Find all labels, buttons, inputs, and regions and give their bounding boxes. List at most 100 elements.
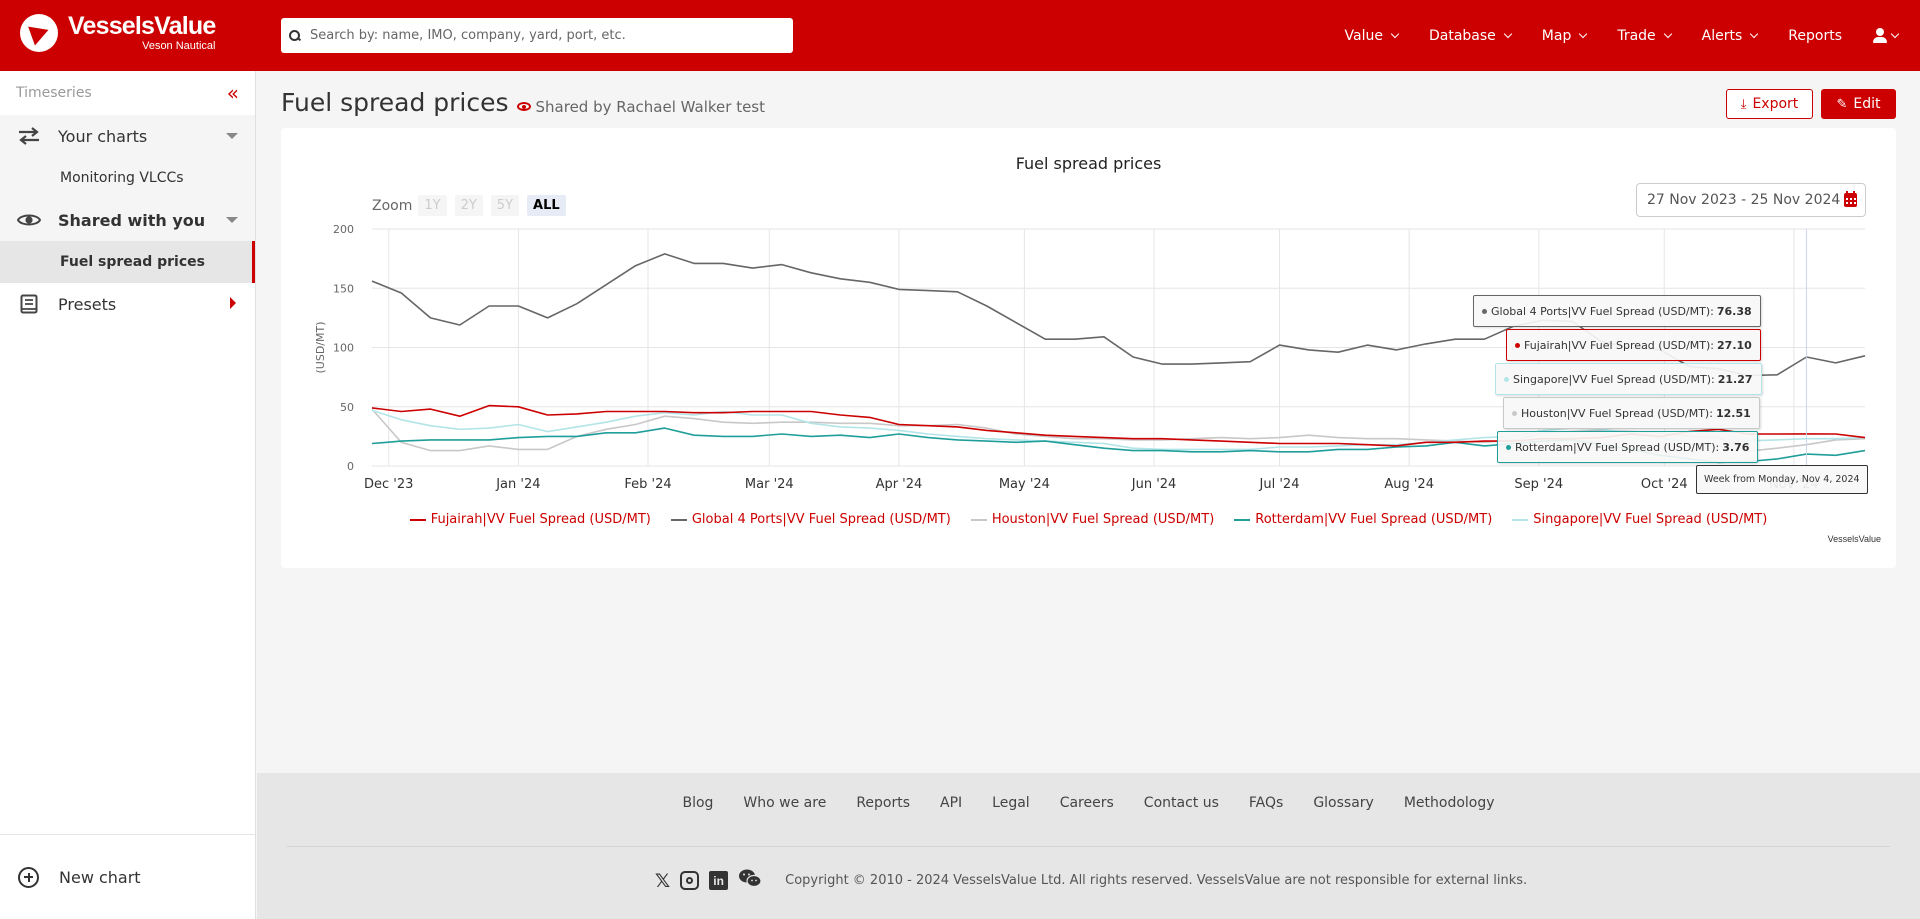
sidebar: Timeseries « Your charts Monitoring VLCC…	[0, 71, 256, 919]
y-tick-label: 150	[333, 282, 354, 295]
export-button[interactable]: ⤓ Export	[1726, 89, 1813, 119]
x-tick-label: Aug '24	[1384, 477, 1434, 492]
sidebar-shared-with-you[interactable]: Shared with you	[0, 199, 255, 241]
search-icon	[289, 29, 301, 42]
sidebar-your-charts[interactable]: Your charts	[0, 115, 255, 157]
user-menu[interactable]	[1873, 28, 1900, 43]
sidebar-item-fuel-spread-prices[interactable]: Fuel spread prices	[0, 241, 255, 283]
your-charts-section: Your charts Monitoring VLCCs Shared with…	[0, 115, 255, 241]
x-tick-label: Jan '24	[495, 477, 540, 492]
new-chart-label: New chart	[59, 867, 141, 887]
download-icon: ⤓	[1740, 96, 1747, 112]
swap-arrows-icon	[16, 127, 42, 145]
nav-label: Value	[1344, 27, 1383, 44]
nav-label: Reports	[1788, 27, 1842, 44]
shared-by-text: Shared by Rachael Walker test	[535, 97, 766, 116]
eye-icon	[516, 102, 531, 111]
x-icon[interactable]: 𝕏	[655, 870, 670, 892]
chevron-down-icon	[1890, 29, 1900, 38]
footer-link-api[interactable]: API	[940, 795, 962, 811]
legend-label: Houston|VV Fuel Spread (USD/MT)	[991, 512, 1215, 527]
x-tick-label: Jul '24	[1259, 477, 1300, 492]
legend-item-rotterdam[interactable]: Rotterdam|VV Fuel Spread (USD/MT)	[1234, 512, 1492, 527]
x-tick-label: Oct '24	[1641, 477, 1688, 492]
footer-link-careers[interactable]: Careers	[1060, 795, 1114, 811]
search-box[interactable]	[281, 18, 793, 53]
footer-link-glossary[interactable]: Glossary	[1313, 795, 1374, 811]
tooltip-value: 27.10	[1717, 338, 1752, 352]
tooltip-series: Singapore|VV Fuel Spread (USD/MT)	[1513, 372, 1711, 386]
series-dot	[1506, 444, 1511, 450]
chart-card: Fuel spread prices Zoom 1Y 2Y 5Y ALL 27 …	[281, 128, 1896, 568]
sidebar-header: Timeseries	[16, 85, 92, 101]
chevron-down-icon	[1390, 29, 1400, 38]
new-chart-button[interactable]: New chart	[0, 834, 255, 919]
legend-item-houston[interactable]: Houston|VV Fuel Spread (USD/MT)	[970, 512, 1215, 527]
caret-down-icon	[226, 217, 238, 223]
series-dot	[1482, 308, 1487, 314]
chevron-down-icon	[1579, 29, 1588, 38]
tooltip-global-4-ports: Global 4 Ports|VV Fuel Spread (USD/MT):7…	[1473, 295, 1761, 327]
legend-swatch	[1234, 518, 1251, 521]
tooltip-houston: Houston|VV Fuel Spread (USD/MT):12.51	[1503, 397, 1760, 429]
nav-trade[interactable]: Trade	[1617, 28, 1672, 44]
legend-item-singapore[interactable]: Singapore|VV Fuel Spread (USD/MT)	[1512, 512, 1767, 527]
nav-alerts[interactable]: Alerts	[1701, 27, 1759, 44]
footer-link-faqs[interactable]: FAQs	[1249, 795, 1283, 811]
series-dot	[1512, 410, 1517, 416]
tooltip-value: 12.51	[1715, 406, 1751, 420]
logo[interactable]: VesselsValue Veson Nautical	[20, 14, 216, 52]
nav-value[interactable]: Value	[1344, 27, 1400, 44]
tooltip-rotterdam: Rotterdam|VV Fuel Spread (USD/MT):3.76	[1497, 431, 1759, 463]
eye-icon	[16, 212, 42, 228]
footer-link-who-we-are[interactable]: Who we are	[743, 795, 826, 811]
footer-divider	[287, 846, 1890, 847]
footer-link-methodology[interactable]: Methodology	[1404, 795, 1495, 811]
wechat-icon[interactable]	[738, 868, 762, 893]
tooltip-date-header: Week from Monday, Nov 4, 2024	[1696, 465, 1868, 494]
legend-item-global-4-ports[interactable]: Global 4 Ports|VV Fuel Spread (USD/MT)	[670, 512, 951, 527]
footer-link-blog[interactable]: Blog	[682, 795, 713, 811]
footer-link-contact-us[interactable]: Contact us	[1144, 795, 1219, 811]
footer-link-reports[interactable]: Reports	[856, 795, 910, 811]
footer-link-legal[interactable]: Legal	[992, 795, 1030, 811]
nav-reports[interactable]: Reports	[1788, 28, 1842, 44]
nav-label: Alerts	[1701, 27, 1743, 44]
plus-circle-icon	[18, 866, 39, 888]
page-title: Fuel spread prices	[281, 88, 509, 117]
legend-swatch	[970, 518, 987, 521]
caret-down-icon	[226, 133, 238, 139]
legend-item-fujairah[interactable]: Fujairah|VV Fuel Spread (USD/MT)	[409, 512, 651, 527]
nav-database[interactable]: Database	[1429, 28, 1513, 44]
edit-label: Edit	[1853, 96, 1881, 112]
y-tick-label: 50	[340, 401, 354, 414]
series-dot	[1504, 376, 1509, 382]
tooltip-value: 3.76	[1722, 440, 1750, 454]
edit-icon: ✎	[1836, 96, 1848, 112]
chevron-down-icon	[1503, 29, 1513, 38]
edit-button[interactable]: ✎ Edit	[1821, 89, 1896, 119]
tooltip-series: Houston|VV Fuel Spread (USD/MT)	[1521, 406, 1710, 420]
tooltip-series: Fujairah|VV Fuel Spread (USD/MT)	[1524, 338, 1711, 352]
x-tick-label: Sep '24	[1514, 477, 1563, 492]
x-tick-label: Mar '24	[745, 477, 794, 492]
x-tick-label: Apr '24	[876, 477, 923, 492]
legend-label: Singapore|VV Fuel Spread (USD/MT)	[1533, 512, 1768, 527]
legend-swatch	[1512, 518, 1529, 521]
chevron-down-icon	[1750, 29, 1759, 38]
main-nav: Value Database Map Trade Alerts Reports	[1314, 0, 1900, 71]
user-icon	[1873, 28, 1887, 43]
tooltip-series: Rotterdam|VV Fuel Spread (USD/MT)	[1515, 440, 1716, 454]
legend-swatch	[670, 518, 687, 521]
y-tick-label: 100	[333, 342, 354, 355]
instagram-icon[interactable]	[680, 871, 700, 890]
search-input[interactable]	[310, 28, 770, 43]
x-tick-label: Feb '24	[624, 477, 671, 492]
sidebar-presets[interactable]: Presets	[0, 283, 255, 325]
collapse-sidebar-icon[interactable]: «	[227, 83, 239, 103]
copyright: Copyright © 2010 - 2024 VesselsValue Ltd…	[785, 873, 1528, 888]
y-tick-label: 0	[347, 460, 354, 473]
sidebar-item-monitoring-vlccs[interactable]: Monitoring VLCCs	[0, 157, 255, 199]
linkedin-icon[interactable]: in	[709, 871, 729, 890]
nav-map[interactable]: Map	[1542, 28, 1588, 44]
